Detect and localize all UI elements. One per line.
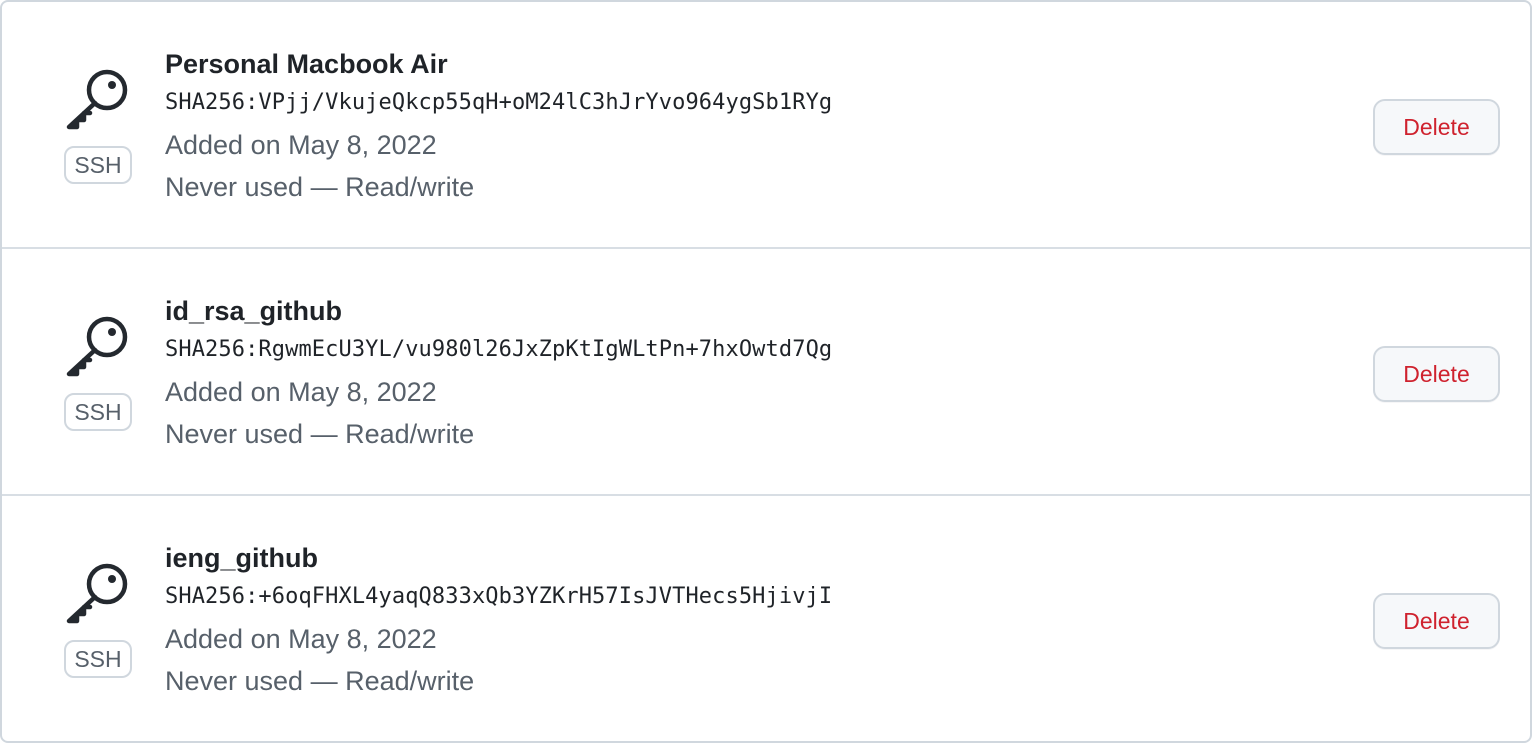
delete-button[interactable]: Delete: [1373, 99, 1500, 155]
key-added-date: Added on May 8, 2022: [165, 624, 437, 654]
key-added-date: Added on May 8, 2022: [165, 130, 437, 160]
delete-button[interactable]: Delete: [1373, 593, 1500, 649]
key-usage-status: Never used — Read/write: [165, 666, 475, 696]
key-visual: SSH: [64, 68, 132, 184]
key-icon: [64, 315, 132, 379]
key-icon: [64, 562, 132, 626]
ssh-type-badge: SSH: [64, 393, 132, 431]
key-title: id_rsa_github: [165, 296, 343, 326]
key-title: Personal Macbook Air: [165, 49, 448, 79]
key-usage-status: Never used — Read/write: [165, 419, 475, 449]
key-added-date: Added on May 8, 2022: [165, 377, 437, 407]
key-title: ieng_github: [165, 543, 318, 573]
ssh-key-list: SSH Personal Macbook Air SHA256:VPjj/Vku…: [0, 0, 1532, 743]
key-details: id_rsa_github SHA256:RgwmEcU3YL/vu980l26…: [165, 293, 832, 455]
key-usage-status: Never used — Read/write: [165, 172, 475, 202]
key-fingerprint: SHA256:VPjj/VkujeQkcp55qH+oM24lC3hJrYvo9…: [165, 90, 833, 115]
key-details: ieng_github SHA256:+6oqFHXL4yaqQ833xQb3Y…: [165, 540, 832, 702]
ssh-type-badge: SSH: [64, 640, 132, 678]
key-details: Personal Macbook Air SHA256:VPjj/VkujeQk…: [165, 46, 832, 208]
ssh-key-item: SSH id_rsa_github SHA256:RgwmEcU3YL/vu98…: [2, 249, 1530, 496]
key-visual: SSH: [64, 315, 132, 431]
key-icon: [64, 68, 132, 132]
key-fingerprint: SHA256:RgwmEcU3YL/vu980l26JxZpKtIgWLtPn+…: [165, 337, 833, 362]
ssh-type-badge: SSH: [64, 146, 132, 184]
key-fingerprint: SHA256:+6oqFHXL4yaqQ833xQb3YZKrH57IsJVTH…: [165, 584, 833, 609]
key-visual: SSH: [64, 562, 132, 678]
delete-button[interactable]: Delete: [1373, 346, 1500, 402]
ssh-key-item: SSH ieng_github SHA256:+6oqFHXL4yaqQ833x…: [2, 496, 1530, 741]
ssh-key-item: SSH Personal Macbook Air SHA256:VPjj/Vku…: [2, 2, 1530, 249]
